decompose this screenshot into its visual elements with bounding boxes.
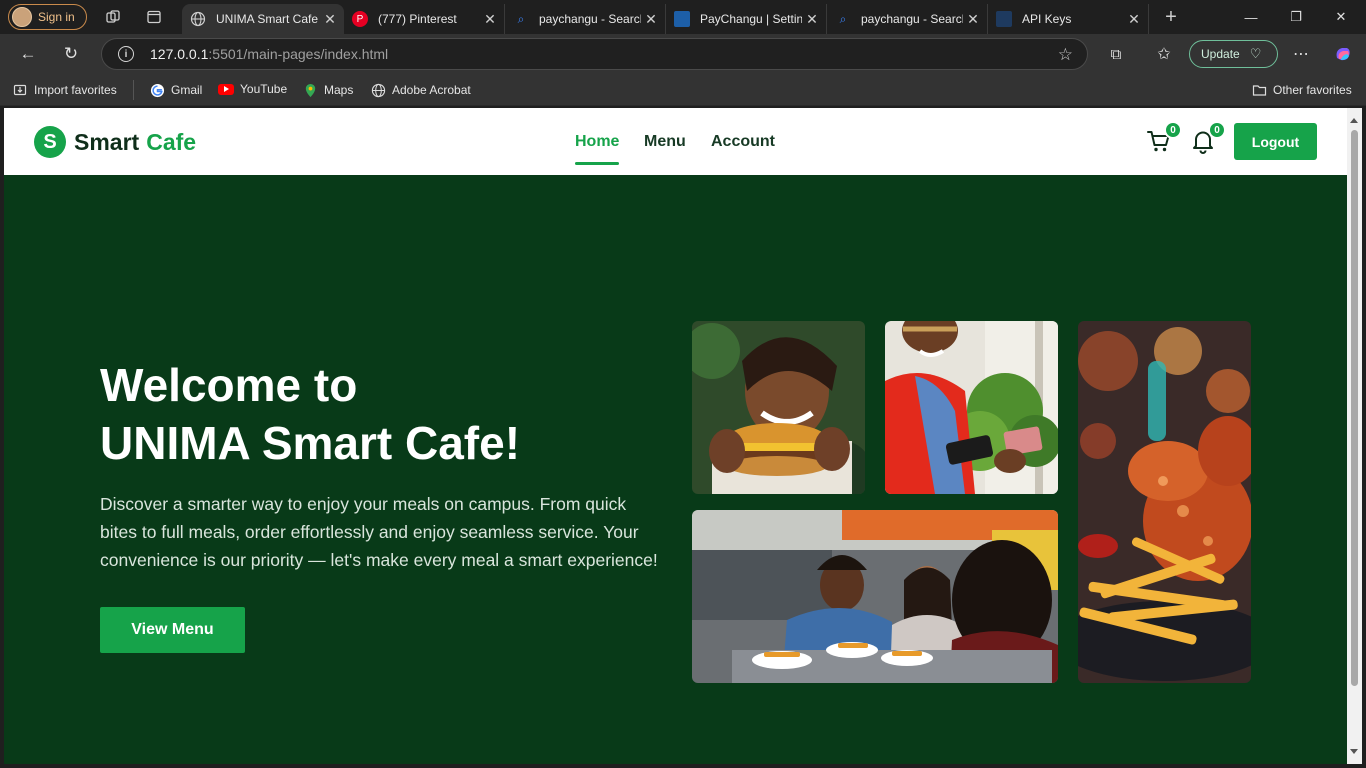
new-tab-icon[interactable]: + xyxy=(1161,6,1181,28)
pinterest-icon: P xyxy=(352,11,368,27)
photo-student-eating-burger xyxy=(692,321,865,494)
nav-menu[interactable]: Menu xyxy=(644,133,686,151)
copilot-icon[interactable] xyxy=(1332,43,1354,65)
close-tab-icon[interactable]: ✕ xyxy=(480,11,500,28)
notification-count-badge: 0 xyxy=(1208,121,1226,139)
address-bar[interactable]: i 127.0.0.1:5501/main-pages/index.html ☆ xyxy=(101,38,1088,70)
import-icon xyxy=(12,82,28,98)
fav-adobe-acrobat[interactable]: Adobe Acrobat xyxy=(370,82,471,98)
profile-avatar xyxy=(12,7,32,27)
more-options-icon[interactable]: ⋯ xyxy=(1290,43,1312,65)
vertical-tabs-icon[interactable] xyxy=(144,7,164,27)
hero-title-line-2: UNIMA Smart Cafe! xyxy=(100,417,521,469)
maps-icon xyxy=(302,82,318,98)
favorites-separator xyxy=(133,80,134,100)
notifications-button[interactable]: 0 xyxy=(1190,121,1226,154)
close-tab-icon[interactable]: ✕ xyxy=(1124,11,1144,28)
close-tab-icon[interactable]: ✕ xyxy=(641,11,661,28)
close-tab-icon[interactable]: ✕ xyxy=(802,11,822,28)
tab-api-keys[interactable]: API Keys ✕ xyxy=(988,4,1149,34)
reload-icon[interactable]: ↻ xyxy=(60,43,82,65)
api-icon xyxy=(996,11,1012,27)
url-text: 127.0.0.1:5501/main-pages/index.html xyxy=(150,46,389,62)
globe-icon xyxy=(190,11,206,27)
tab-title: API Keys xyxy=(1022,12,1072,26)
site-info-icon[interactable]: i xyxy=(118,46,134,62)
site-header: S Smart Cafe Home Menu Account 0 0 Logou… xyxy=(4,108,1347,175)
tab-title: PayChangu | Settings xyxy=(700,12,802,26)
page-scrollbar[interactable] xyxy=(1347,108,1362,764)
view-menu-button[interactable]: View Menu xyxy=(100,607,245,653)
photo-fried-chicken-and-fries xyxy=(1078,321,1251,683)
scroll-down-arrow-icon[interactable] xyxy=(1350,749,1358,754)
hero-title-line-1: Welcome to xyxy=(100,359,358,411)
logo-word-cafe: Cafe xyxy=(146,128,197,155)
favorites-icon[interactable]: ✩ xyxy=(1153,43,1175,65)
tab-pinterest[interactable]: P (777) Pinterest ✕ xyxy=(344,4,505,34)
close-window-icon[interactable]: ✕ xyxy=(1330,6,1352,28)
favorites-bar: Import favorites Gmail YouTube Maps Adob… xyxy=(0,74,1366,106)
browser-toolbar: ← ↻ i 127.0.0.1:5501/main-pages/index.ht… xyxy=(0,34,1366,74)
logo-badge: S xyxy=(34,126,66,158)
site-logo[interactable]: S Smart Cafe xyxy=(34,126,196,158)
logo-word-smart: Smart xyxy=(74,128,140,155)
restore-icon[interactable]: ❐ xyxy=(1285,6,1307,28)
update-label: Update xyxy=(1201,47,1240,61)
tab-paychangu-search-2[interactable]: ⌕ paychangu - Search ✕ xyxy=(827,4,988,34)
close-tab-icon[interactable]: ✕ xyxy=(320,11,340,28)
update-button[interactable]: Update ♡ xyxy=(1189,40,1278,68)
tab-paychangu-settings[interactable]: PayChangu | Settings ✕ xyxy=(666,4,827,34)
photo-student-paying-with-phone xyxy=(885,321,1058,494)
cart-count-badge: 0 xyxy=(1164,121,1182,139)
page-viewport: S Smart Cafe Home Menu Account 0 0 Logou… xyxy=(4,108,1347,764)
search-icon: ⌕ xyxy=(517,11,525,26)
folder-icon xyxy=(1251,82,1267,98)
globe-icon xyxy=(370,82,386,98)
workspaces-icon[interactable] xyxy=(103,7,123,27)
tab-title: paychangu - Search xyxy=(539,12,641,26)
tab-title: paychangu - Search xyxy=(861,12,963,26)
fav-youtube[interactable]: YouTube xyxy=(218,82,287,96)
hero-description: Discover a smarter way to enjoy your mea… xyxy=(100,494,658,570)
photo-students-sharing-meal xyxy=(692,510,1058,683)
search-icon: ⌕ xyxy=(839,11,847,26)
google-icon xyxy=(149,82,165,98)
scrollbar-thumb[interactable] xyxy=(1351,130,1358,686)
scroll-up-arrow-icon[interactable] xyxy=(1350,118,1358,123)
browser-window: Sign in UNIMA Smart Cafe ✕ P (777) Pinte… xyxy=(0,0,1366,768)
profile-sign-in-button[interactable]: Sign in xyxy=(8,4,87,30)
tab-title: UNIMA Smart Cafe xyxy=(216,12,319,26)
tab-title: (777) Pinterest xyxy=(378,12,457,26)
tab-paychangu-search-1[interactable]: ⌕ paychangu - Search ✕ xyxy=(505,4,666,34)
tab-strip: Sign in UNIMA Smart Cafe ✕ P (777) Pinte… xyxy=(0,0,1366,34)
nav-home[interactable]: Home xyxy=(575,133,620,165)
fav-gmail[interactable]: Gmail xyxy=(149,82,202,98)
nav-account[interactable]: Account xyxy=(711,133,775,151)
close-tab-icon[interactable]: ✕ xyxy=(963,11,983,28)
tab-unima-smart-cafe[interactable]: UNIMA Smart Cafe ✕ xyxy=(182,4,344,34)
fav-maps[interactable]: Maps xyxy=(302,82,353,98)
cart-button[interactable]: 0 xyxy=(1146,121,1182,154)
hero-title: Welcome to UNIMA Smart Cafe! xyxy=(100,356,660,472)
favorite-star-icon[interactable]: ☆ xyxy=(1058,45,1073,65)
paychangu-icon xyxy=(674,11,690,27)
other-favorites-folder[interactable]: Other favorites xyxy=(1251,82,1352,98)
minimize-icon[interactable]: — xyxy=(1240,6,1262,28)
extensions-icon[interactable]: ⧉ xyxy=(1105,43,1127,65)
back-icon[interactable]: ← xyxy=(17,43,39,65)
profile-label: Sign in xyxy=(38,10,75,24)
logout-button[interactable]: Logout xyxy=(1234,123,1317,160)
heartbeat-icon: ♡ xyxy=(1249,46,1262,61)
youtube-icon xyxy=(218,83,234,95)
fav-import-favorites[interactable]: Import favorites xyxy=(12,82,117,98)
